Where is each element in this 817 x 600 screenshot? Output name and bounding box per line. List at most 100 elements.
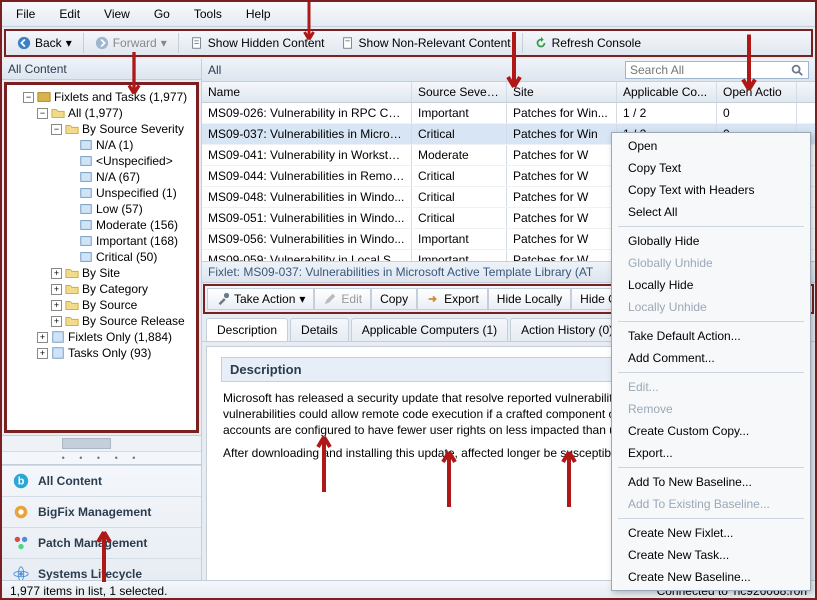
tree-severity-item[interactable]: <Unspecified> <box>96 154 173 168</box>
context-menu-item[interactable]: Globally Hide <box>614 230 808 252</box>
context-menu-item[interactable]: Take Default Action... <box>614 325 808 347</box>
cell-site: Patches for W <box>507 229 617 249</box>
context-menu-item[interactable]: Select All <box>614 201 808 223</box>
tree-root-label[interactable]: Fixlets and Tasks (1,977) <box>54 90 187 104</box>
navigation-tree[interactable]: − Fixlets and Tasks (1,977) − All (1,977… <box>4 82 199 433</box>
panel-resize-grip[interactable]: • • • • • <box>2 451 201 464</box>
cell-site: Patches for Win <box>507 124 617 144</box>
document-icon <box>341 36 355 50</box>
expand-toggle[interactable]: + <box>51 316 62 327</box>
context-menu-item: Globally Unhide <box>614 252 808 274</box>
tab-details[interactable]: Details <box>290 318 349 341</box>
col-name[interactable]: Name <box>202 82 412 102</box>
tree-bysite[interactable]: By Site <box>82 266 120 280</box>
tree-bycat[interactable]: By Category <box>82 282 148 296</box>
search-icon[interactable] <box>790 63 804 77</box>
edit-button[interactable]: Edit <box>314 288 371 310</box>
tree-severity-item[interactable]: Moderate (156) <box>96 218 178 232</box>
tree-bysrc[interactable]: By Source <box>82 298 137 312</box>
nav-patch-mgmt[interactable]: Patch Management <box>2 527 201 558</box>
take-action-button[interactable]: Take Action▾ <box>207 288 314 310</box>
cell-name: MS09-037: Vulnerabilities in Microso... <box>202 124 412 144</box>
menu-view[interactable]: View <box>94 4 140 24</box>
menu-help[interactable]: Help <box>236 4 281 24</box>
nav-bigfix-mgmt[interactable]: BigFix Management <box>2 496 201 527</box>
tree-severity-item[interactable]: Important (168) <box>96 234 178 248</box>
show-nonrelevant-button[interactable]: Show Non-Relevant Content <box>334 33 518 53</box>
tree-severity-item[interactable]: N/A (1) <box>96 138 133 152</box>
cell-severity: Critical <box>412 166 507 186</box>
back-arrow-icon <box>17 36 31 50</box>
tree-hscrollbar[interactable] <box>2 435 201 451</box>
severity-leaf-icon <box>79 250 93 264</box>
context-menu-item[interactable]: Create New Task... <box>614 544 808 566</box>
cell-severity: Important <box>412 229 507 249</box>
expand-toggle[interactable]: − <box>23 92 34 103</box>
context-menu-item[interactable]: Add Comment... <box>614 347 808 369</box>
cell-site: Patches for W <box>507 250 617 262</box>
col-severity[interactable]: Source Severity <box>412 82 507 102</box>
context-menu-item[interactable]: Copy Text <box>614 157 808 179</box>
expand-toggle[interactable]: + <box>51 268 62 279</box>
tree-all-label[interactable]: All (1,977) <box>68 106 123 120</box>
context-menu-item[interactable]: Add To New Baseline... <box>614 471 808 493</box>
search-box[interactable] <box>625 61 809 79</box>
tree-tasksonly[interactable]: Tasks Only (93) <box>68 346 151 360</box>
context-menu-item[interactable]: Locally Hide <box>614 274 808 296</box>
expand-toggle[interactable]: + <box>37 332 48 343</box>
hide-locally-button[interactable]: Hide Locally <box>488 288 571 310</box>
forward-button[interactable]: Forward ▾ <box>88 33 174 53</box>
tree-bysrcsev-label[interactable]: By Source Severity <box>82 122 184 136</box>
tree-severity-item[interactable]: Unspecified (1) <box>96 186 177 200</box>
cell-severity: Critical <box>412 208 507 228</box>
domain-nav: bAll Content BigFix Management Patch Man… <box>2 464 201 589</box>
context-menu-item[interactable]: Copy Text with Headers <box>614 179 808 201</box>
tree-severity-item[interactable]: Critical (50) <box>96 250 157 264</box>
back-button[interactable]: Back ▾ <box>10 33 79 53</box>
context-menu-item: Locally Unhide <box>614 296 808 318</box>
context-menu-item[interactable]: Open <box>614 135 808 157</box>
menu-go[interactable]: Go <box>144 4 180 24</box>
context-menu-item[interactable]: Create New Baseline... <box>614 566 808 588</box>
expand-toggle[interactable]: + <box>51 300 62 311</box>
show-hidden-button[interactable]: Show Hidden Content <box>183 33 332 53</box>
cell-severity: Critical <box>412 124 507 144</box>
tab-description[interactable]: Description <box>206 318 288 341</box>
export-label: Export <box>444 292 479 306</box>
expand-toggle[interactable]: + <box>37 348 48 359</box>
col-site[interactable]: Site <box>507 82 617 102</box>
search-input[interactable] <box>630 63 790 77</box>
hide-locally-label: Hide Locally <box>497 292 562 306</box>
show-hidden-label: Show Hidden Content <box>208 36 325 50</box>
tree-severity-item[interactable]: N/A (67) <box>96 170 140 184</box>
col-openaction[interactable]: Open Actio <box>717 82 797 102</box>
cell-openaction: 0 <box>717 103 797 123</box>
context-menu-item[interactable]: Create Custom Copy... <box>614 420 808 442</box>
tree-fixletsonly[interactable]: Fixlets Only (1,884) <box>68 330 172 344</box>
refresh-button[interactable]: Refresh Console <box>527 33 648 53</box>
context-menu-item[interactable]: Create New Fixlet... <box>614 522 808 544</box>
copy-button[interactable]: Copy <box>371 288 417 310</box>
context-menu-item[interactable]: Export... <box>614 442 808 464</box>
tree-severity-item[interactable]: Low (57) <box>96 202 143 216</box>
menu-tools[interactable]: Tools <box>184 4 232 24</box>
left-panel: All Content − Fixlets and Tasks (1,977) … <box>2 59 202 589</box>
menu-file[interactable]: File <box>6 4 45 24</box>
tab-applicable-computers[interactable]: Applicable Computers (1) <box>351 318 508 341</box>
severity-leaf-icon <box>79 170 93 184</box>
refresh-icon <box>534 36 548 50</box>
folder-icon <box>65 314 79 328</box>
col-applicable[interactable]: Applicable Co... <box>617 82 717 102</box>
nav-all-content[interactable]: bAll Content <box>2 465 201 496</box>
cell-site: Patches for W <box>507 145 617 165</box>
tree-bysrcrel[interactable]: By Source Release <box>82 314 185 328</box>
expand-toggle[interactable]: − <box>37 108 48 119</box>
expand-toggle[interactable]: − <box>51 124 62 135</box>
menu-edit[interactable]: Edit <box>49 4 90 24</box>
grid-header[interactable]: Name Source Severity Site Applicable Co.… <box>202 82 815 103</box>
expand-toggle[interactable]: + <box>51 284 62 295</box>
export-button[interactable]: Export <box>417 288 488 310</box>
tab-action-history[interactable]: Action History (0) <box>510 318 624 341</box>
context-menu[interactable]: OpenCopy TextCopy Text with HeadersSelec… <box>611 132 811 591</box>
table-row[interactable]: MS09-026: Vulnerability in RPC Coul...Im… <box>202 103 815 124</box>
